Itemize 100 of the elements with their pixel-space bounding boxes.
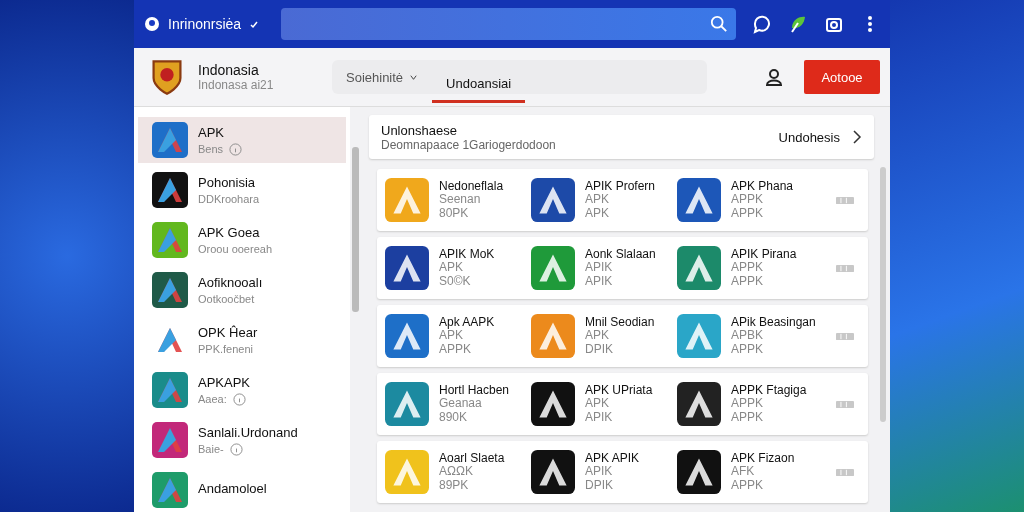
tab[interactable]: Undoansiai bbox=[432, 66, 526, 103]
app-name: APK UPriata bbox=[585, 384, 653, 398]
app-detail: APPK bbox=[731, 342, 764, 356]
chat-icon[interactable] bbox=[752, 14, 772, 34]
app-icon bbox=[677, 314, 721, 358]
app-name: Aoarl Slaeta bbox=[439, 452, 505, 466]
app-tile[interactable]: APK Fizaon AFK APPK bbox=[677, 450, 823, 494]
app-tile[interactable]: Apk AAPK APK APPK bbox=[385, 314, 531, 358]
app-tile[interactable]: Nedoneflala Seenan 80PK bbox=[385, 178, 531, 222]
app-tile[interactable]: Aoarl Slaeta AΩΩK 89PK bbox=[385, 450, 531, 494]
app-name: APK Goea bbox=[198, 225, 261, 240]
app-icon bbox=[677, 178, 721, 222]
app-name: Pohonisia bbox=[198, 175, 257, 190]
action-button[interactable]: Aotooe bbox=[804, 60, 880, 94]
app-detail: APPK bbox=[439, 342, 472, 356]
app-name: Apk AAPK bbox=[439, 316, 495, 330]
app-tile[interactable]: APIK Profern APK APK bbox=[531, 178, 677, 222]
app-name: APPK Ftagiga bbox=[731, 384, 807, 398]
app-icon bbox=[385, 178, 429, 222]
chevron-icon[interactable] bbox=[852, 129, 862, 145]
app-detail: DPIK bbox=[585, 478, 614, 492]
search-icon[interactable] bbox=[710, 15, 728, 33]
app-tile[interactable]: APik Beasingan APBK APPK bbox=[677, 314, 823, 358]
app-detail: 890K bbox=[439, 410, 469, 424]
user-icon[interactable] bbox=[764, 67, 784, 87]
sidebar-item[interactable]: APK Goea Oroou ooereah bbox=[138, 217, 346, 263]
app-detail: AΩΩK bbox=[439, 465, 474, 479]
app-name: OPK Ĥear bbox=[198, 325, 258, 340]
search-field[interactable] bbox=[281, 8, 736, 40]
app-icon bbox=[531, 178, 575, 222]
app-tile[interactable]: APK APIK APIK DPIK bbox=[531, 450, 677, 494]
app-icon bbox=[677, 382, 721, 426]
app-subtitle: Ootkoočbet bbox=[198, 293, 255, 305]
featured-title: Unlonshaese bbox=[381, 122, 458, 138]
app-tile[interactable]: APIK MoK APK S0©K bbox=[385, 246, 531, 290]
app-detail: APPK bbox=[731, 274, 764, 288]
featured-link[interactable]: Undohesis bbox=[778, 129, 840, 145]
sidebar-item[interactable]: Andamoloel bbox=[138, 467, 346, 512]
app-icon bbox=[531, 314, 575, 358]
app-detail: APIK bbox=[585, 465, 614, 479]
app-tile[interactable]: APK Phana APPK APPK bbox=[677, 178, 823, 222]
app-icon bbox=[152, 172, 188, 208]
app-icon bbox=[677, 450, 721, 494]
app-detail: 89PK bbox=[439, 478, 470, 492]
info-icon bbox=[229, 442, 243, 456]
app-name: APIK MoK bbox=[439, 248, 495, 262]
app-icon bbox=[152, 422, 188, 458]
app-detail: APK bbox=[439, 261, 464, 275]
app-tile[interactable]: APPK Ftagiga APPK APPK bbox=[677, 382, 823, 426]
brand-subtitle: Indonasa ai21 bbox=[198, 78, 275, 92]
app-icon bbox=[531, 246, 575, 290]
app-name: APIK Profern bbox=[585, 180, 656, 194]
sidebar-item[interactable]: Aofiknooalı Ootkoočbet bbox=[138, 267, 346, 313]
app-detail: APK bbox=[439, 329, 464, 343]
app-detail: APPK bbox=[731, 478, 764, 492]
app-detail: APPK bbox=[731, 410, 764, 424]
app-name: Mnil Seodian bbox=[585, 316, 655, 330]
app-detail: 80PK bbox=[439, 206, 470, 220]
app-tile[interactable]: Mnil Seodian APK DPIK bbox=[531, 314, 677, 358]
app-tile[interactable]: APIK Pirana APPK APPK bbox=[677, 246, 823, 290]
app-detail: Seenan bbox=[439, 193, 482, 207]
sidebar-item[interactable]: Sanlali.Urdonand Baie- bbox=[138, 417, 346, 463]
app-tile[interactable]: Aonk Slalaan APIK APIK bbox=[531, 246, 677, 290]
app-subtitle: DDKroohara bbox=[198, 193, 260, 205]
app-name: Nedoneflala bbox=[439, 180, 504, 194]
app-tile[interactable]: APK UPriata APK APIK bbox=[531, 382, 677, 426]
app-detail: APPK bbox=[731, 397, 764, 411]
featured-card[interactable]: Unlonshaese Deomnapaace 1Gariogerdodoon Undohesis bbox=[369, 115, 874, 159]
app-name: APK bbox=[198, 124, 225, 140]
app-icon bbox=[385, 450, 429, 494]
app-name: Hortl Hacben bbox=[439, 384, 510, 398]
scrollbar[interactable] bbox=[880, 167, 886, 422]
app-detail: APIK bbox=[585, 274, 614, 288]
app-detail: APK bbox=[585, 329, 610, 343]
scrollbar[interactable] bbox=[352, 147, 359, 312]
app-detail: APIK bbox=[585, 261, 614, 275]
check-icon[interactable] bbox=[249, 19, 260, 29]
sidebar-item[interactable]: OPK Ĥear PPK.feneni bbox=[138, 317, 346, 363]
app-name: APIK Pirana bbox=[731, 248, 797, 262]
app-detail: APK bbox=[585, 193, 610, 207]
sidebar-item[interactable]: Pohonisia DDKroohara bbox=[138, 167, 346, 213]
leaf-icon[interactable] bbox=[788, 14, 808, 34]
app-icon bbox=[531, 382, 575, 426]
app-detail: APK bbox=[585, 397, 610, 411]
app-name: Aofiknooalı bbox=[198, 275, 263, 290]
app-detail: S0©K bbox=[439, 274, 472, 288]
info-icon bbox=[229, 142, 243, 156]
app-detail: APIK bbox=[585, 410, 614, 424]
app-icon bbox=[385, 382, 429, 426]
app-icon bbox=[152, 272, 188, 308]
app-icon bbox=[152, 372, 188, 408]
app-name: APK APIK bbox=[585, 452, 640, 466]
app-name: APik Beasingan bbox=[731, 316, 816, 330]
app-tile[interactable]: Hortl Hacben Geanaa 890K bbox=[385, 382, 531, 426]
sidebar-item[interactable]: APKAPK Aaea: bbox=[138, 367, 346, 413]
sidebar-item[interactable]: APK Bens bbox=[138, 117, 346, 163]
tab[interactable]: Soiehinitė bbox=[332, 60, 433, 94]
app-title: Inrinonrsiėa bbox=[168, 16, 242, 32]
app-subtitle: Oroou ooereah bbox=[198, 243, 272, 255]
logo-icon bbox=[144, 16, 160, 32]
